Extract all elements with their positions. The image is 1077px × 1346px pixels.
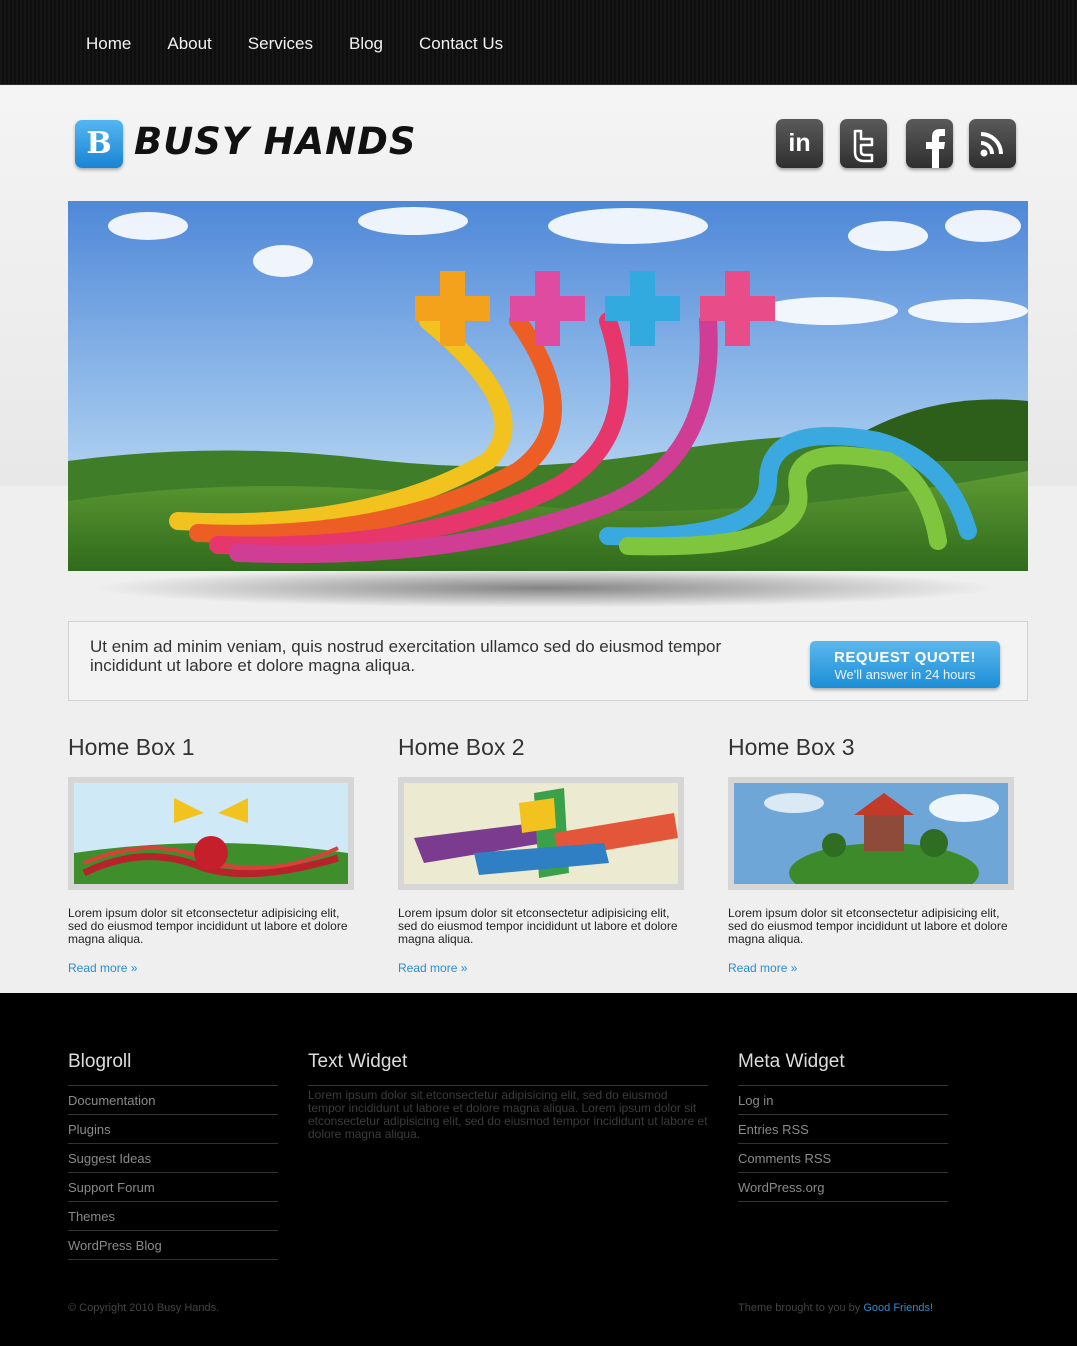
facebook-icon[interactable] (906, 119, 953, 168)
read-more-link[interactable]: Read more » (68, 961, 137, 975)
blogroll-title: Blogroll (68, 1051, 278, 1086)
nav-about[interactable]: About (167, 34, 211, 54)
meta-widget-title: Meta Widget (738, 1051, 948, 1086)
meta-item[interactable]: Log in (738, 1086, 948, 1115)
quote-box: Ut enim ad minim veniam, quis nostrud ex… (68, 621, 1028, 701)
blogroll-item[interactable]: Documentation (68, 1086, 278, 1115)
read-more-link[interactable]: Read more » (398, 961, 467, 975)
top-nav-bar: Home About Services Blog Contact Us (0, 0, 1077, 85)
text-widget-title: Text Widget (308, 1051, 708, 1086)
home-box-3: Home Box 3 Lorem ipsum dolor sit etconse… (728, 734, 1018, 975)
quote-text: Ut enim ad minim veniam, quis nostrud ex… (90, 637, 722, 675)
twitter-icon[interactable] (840, 119, 887, 168)
meta-item[interactable]: Comments RSS (738, 1144, 948, 1173)
site-title[interactable]: BUSY HANDS (134, 120, 417, 163)
hero-banner (68, 201, 1028, 571)
home-box-text: Lorem ipsum dolor sit etconsectetur adip… (398, 906, 678, 946)
rss-icon[interactable] (969, 119, 1016, 168)
theme-credit-text: Theme brought to you by (738, 1302, 861, 1314)
linkedin-icon[interactable]: in (776, 119, 823, 168)
blogroll-item[interactable]: Suggest Ideas (68, 1144, 278, 1173)
blogroll-item[interactable]: WordPress Blog (68, 1231, 278, 1260)
nav-contact-us[interactable]: Contact Us (419, 34, 503, 54)
blogroll-widget: Blogroll Documentation Plugins Suggest I… (68, 1051, 278, 1260)
read-more-link[interactable]: Read more » (728, 961, 797, 975)
theme-credit: Theme brought to you by Good Friends! (738, 1302, 933, 1314)
home-box-1: Home Box 1 Lorem ipsum dolor sit etconse… (68, 734, 358, 975)
request-quote-subtitle: We'll answer in 24 hours (834, 667, 976, 682)
home-box-image[interactable] (68, 777, 354, 890)
meta-item[interactable]: WordPress.org (738, 1173, 948, 1202)
logo-letter: B (86, 126, 112, 161)
home-box-title: Home Box 2 (398, 734, 525, 760)
blogroll-item[interactable]: Plugins (68, 1115, 278, 1144)
copyright: © Copyright 2010 Busy Hands. (68, 1302, 220, 1314)
home-box-text: Lorem ipsum dolor sit etconsectetur adip… (68, 906, 348, 946)
theme-credit-link[interactable]: Good Friends! (863, 1302, 933, 1314)
hero-shadow (90, 568, 1000, 608)
home-box-2: Home Box 2 Lorem ipsum dolor sit etconse… (398, 734, 688, 975)
text-widget-body: Lorem ipsum dolor sit etconsectetur adip… (308, 1088, 708, 1141)
home-box-image[interactable] (398, 777, 684, 890)
nav-services[interactable]: Services (248, 34, 313, 54)
text-widget: Text Widget Lorem ipsum dolor sit etcons… (308, 1051, 708, 1141)
footer: Blogroll Documentation Plugins Suggest I… (0, 993, 1077, 1346)
home-box-image[interactable] (728, 777, 1014, 890)
meta-item[interactable]: Entries RSS (738, 1115, 948, 1144)
nav-blog[interactable]: Blog (349, 34, 383, 54)
logo-icon[interactable]: B (75, 120, 123, 168)
request-quote-title: REQUEST QUOTE! (833, 649, 976, 666)
home-box-title: Home Box 1 (68, 734, 195, 760)
meta-widget: Meta Widget Log in Entries RSS Comments … (738, 1051, 948, 1202)
home-box-text: Lorem ipsum dolor sit etconsectetur adip… (728, 906, 1008, 946)
blogroll-item[interactable]: Themes (68, 1202, 278, 1231)
main-nav: Home About Services Blog Contact Us (86, 34, 539, 54)
linkedin-label: in (788, 129, 810, 157)
nav-home[interactable]: Home (86, 34, 131, 54)
home-box-title: Home Box 3 (728, 734, 855, 760)
request-quote-button[interactable]: REQUEST QUOTE! We'll answer in 24 hours (810, 641, 1000, 688)
blogroll-item[interactable]: Support Forum (68, 1173, 278, 1202)
